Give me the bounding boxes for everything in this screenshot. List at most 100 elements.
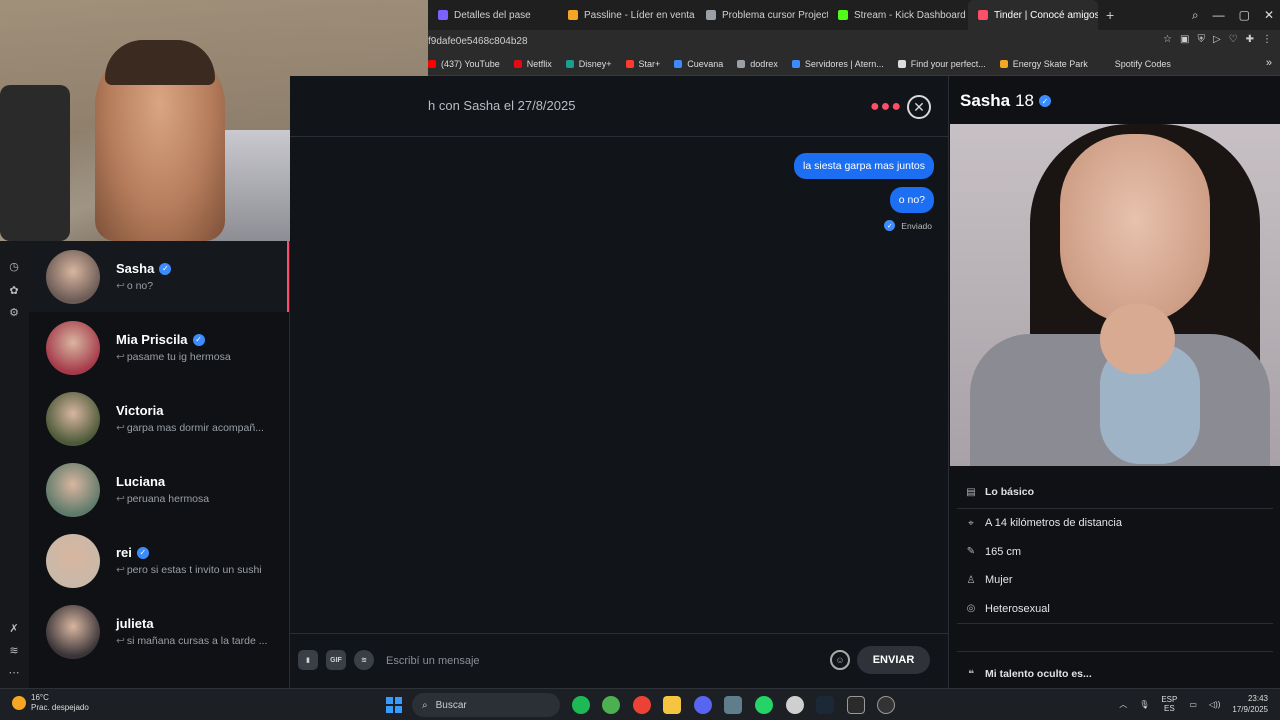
bookmark-item[interactable]: dodrex [737, 59, 778, 69]
search-tabs-icon[interactable]: ⌕ [1192, 8, 1199, 23]
browser-tab[interactable]: Passline - Líder en venta [558, 0, 696, 30]
whatsapp-icon[interactable] [755, 696, 773, 714]
bookmark-label: Cuevana [687, 58, 724, 69]
bookmark-item[interactable]: (437) YouTube [428, 59, 500, 69]
network-icon[interactable]: ▭ [1189, 700, 1197, 709]
chevron-up-icon[interactable]: ︿ [1119, 699, 1127, 710]
chrome-icon[interactable] [633, 696, 651, 714]
verified-badge-icon: ✓ [192, 333, 205, 346]
bookmark-favicon-icon [428, 59, 436, 68]
taskbar-search[interactable]: ⌕ Buscar [412, 693, 560, 717]
bookmark-item[interactable]: Servidores | Atern... [791, 59, 884, 69]
bookmark-item[interactable]: Disney+ [565, 59, 612, 69]
bookmark-favicon-icon [737, 59, 746, 68]
address-bar[interactable]: f9dafe0e5468c804b28 ☆ ▣ ⛨ ▷ ♡ ✚ ⋮ [428, 30, 1280, 52]
bookmark-star-icon[interactable]: ☆ [1163, 34, 1172, 45]
match-item[interactable]: rei ✓ ↩ pero si estas t invito un sushi [29, 525, 289, 596]
sticker-icon[interactable]: ▮ [298, 650, 318, 670]
weather-widget[interactable]: 16°C Prac. despejado [12, 693, 89, 713]
extension-icon[interactable]: ▣ [1180, 34, 1189, 45]
more-options-icon[interactable]: ●●● [870, 98, 902, 116]
bookmark-item[interactable]: Energy Skate Park [999, 59, 1088, 69]
browser-tab[interactable]: Stream - Kick Dashboard [828, 0, 968, 30]
match-item[interactable]: Sasha ✓ ↩ o no? [29, 241, 289, 312]
reply-arrow-icon: ↩ [116, 493, 125, 505]
lang-bottom: ES [1164, 704, 1175, 713]
shield-icon[interactable]: ⛨ [1197, 34, 1205, 45]
match-item[interactable]: Mia Priscila ✓ ↩ pasame tu ig hermosa [29, 312, 289, 383]
browser-tab[interactable]: Problema cursor Project [696, 0, 828, 30]
bookmark-item[interactable]: Find your perfect... [897, 59, 986, 69]
match-preview: si mañana cursas a la tarde ... [126, 635, 268, 647]
maximize-icon[interactable]: ▢ [1239, 8, 1250, 22]
basics-section: ▤ Lo básico ⌖ A 14 kilómetros de distanci… [957, 476, 1273, 624]
clock[interactable]: 23:43 17/9/2025 [1232, 693, 1268, 715]
steam-icon[interactable] [816, 696, 834, 714]
puzzle-icon[interactable]: ✚ [1246, 34, 1254, 45]
reply-arrow-icon: ↩ [116, 422, 125, 434]
match-item[interactable]: Victoria ↩ garpa mas dormir acompañ... [29, 383, 289, 454]
calculator-icon[interactable] [724, 696, 742, 714]
browser-tab[interactable]: Detalles del pase [428, 0, 558, 30]
browser-tab-bar: Detalles del pase Passline - Líder en ven… [428, 0, 1280, 30]
tab-favicon-icon [978, 10, 988, 20]
info-row: ⌖ A 14 kilómetros de distancia [957, 509, 1273, 538]
message-input[interactable] [386, 648, 816, 674]
obs-icon[interactable] [847, 696, 865, 714]
match-item[interactable]: julieta ↩ si mañana cursas a la tarde ... [29, 596, 289, 667]
bookmarks-bar: (437) YouTube Netflix Disney+ Star+ Cuevana d… [428, 52, 1280, 76]
bookmark-item[interactable]: Netflix [513, 59, 552, 69]
bookmark-item[interactable]: Star+ [625, 59, 660, 69]
app-icon[interactable] [877, 696, 895, 714]
info-text: 165 cm [985, 545, 1022, 558]
chat-title: h con Sasha el 27/8/2025 [428, 98, 576, 113]
bookmark-item[interactable]: Cuevana [674, 59, 723, 69]
clock-time: 23:43 [1247, 694, 1268, 703]
tab-label: Tinder | Conocé amigos y [994, 9, 1098, 21]
profile-photo[interactable] [950, 124, 1280, 466]
tool-icon[interactable]: ✗ [7, 622, 21, 636]
browser-app-icon[interactable] [786, 696, 804, 714]
close-chat-button[interactable]: ✕ [907, 95, 931, 119]
reply-arrow-icon: ↩ [116, 351, 125, 363]
history-icon[interactable]: ◷ [7, 260, 21, 274]
match-item[interactable]: Luciana ↩ peruana hermosa [29, 454, 289, 525]
start-button[interactable] [386, 697, 402, 713]
spotify-icon[interactable]: ≋ [354, 650, 374, 670]
bookmarks-more-icon[interactable]: » [1266, 57, 1272, 69]
discord-icon[interactable] [694, 696, 712, 714]
game-icon[interactable]: ✿ [7, 284, 21, 298]
app-icon[interactable] [602, 696, 620, 714]
weather-temp: 16°C [31, 693, 49, 702]
profile-name: Sasha [960, 91, 1011, 110]
settings-icon[interactable]: ⚙ [7, 306, 21, 320]
match-name: Mia Priscila [116, 332, 188, 347]
play-icon[interactable]: ▷ [1213, 34, 1221, 45]
mic-icon[interactable]: 🎙︎ [1139, 700, 1149, 709]
talent-section: ❝ Mi talento oculto es... [957, 651, 1273, 690]
send-button[interactable]: ENVIAR [857, 646, 930, 674]
lang-top: ESP [1161, 695, 1178, 704]
new-tab-button[interactable]: + [1098, 7, 1122, 23]
spotify-app-icon[interactable] [572, 696, 590, 714]
close-window-icon[interactable]: ✕ [1264, 8, 1274, 22]
person-icon: ♙ [966, 574, 976, 586]
profile-age: 18 [1015, 91, 1035, 110]
volume-icon[interactable]: ◁)) [1209, 700, 1220, 709]
bookmark-label: Spotify Codes [1114, 58, 1171, 69]
minimize-icon[interactable]: — [1213, 8, 1225, 22]
file-explorer-icon[interactable] [663, 696, 681, 714]
bookmark-item[interactable]: Spotify Codes [1101, 58, 1171, 69]
gx-icon[interactable]: ≋ [7, 644, 21, 658]
heart-icon[interactable]: ♡ [1229, 34, 1238, 45]
gif-button[interactable]: GIF [326, 650, 346, 670]
menu-icon[interactable]: ⋮ [1262, 34, 1272, 45]
url-text[interactable]: f9dafe0e5468c804b28 [428, 36, 528, 47]
browser-tab[interactable]: Tinder | Conocé amigos y✕ [968, 0, 1098, 30]
match-list: Sasha ✓ ↩ o no? Mia Priscila ✓ ↩ pasame tu ig h… [29, 241, 290, 688]
language-indicator[interactable]: ESP ES [1161, 695, 1177, 713]
emoji-icon[interactable]: ☺ [830, 650, 850, 670]
more-icon[interactable]: ⋯ [7, 666, 21, 680]
info-row: ◎ Heterosexual [957, 595, 1273, 624]
system-tray: ︿ 🎙︎ ESP ES ▭ ◁)) 23:43 17/9/2025 [1119, 693, 1268, 715]
